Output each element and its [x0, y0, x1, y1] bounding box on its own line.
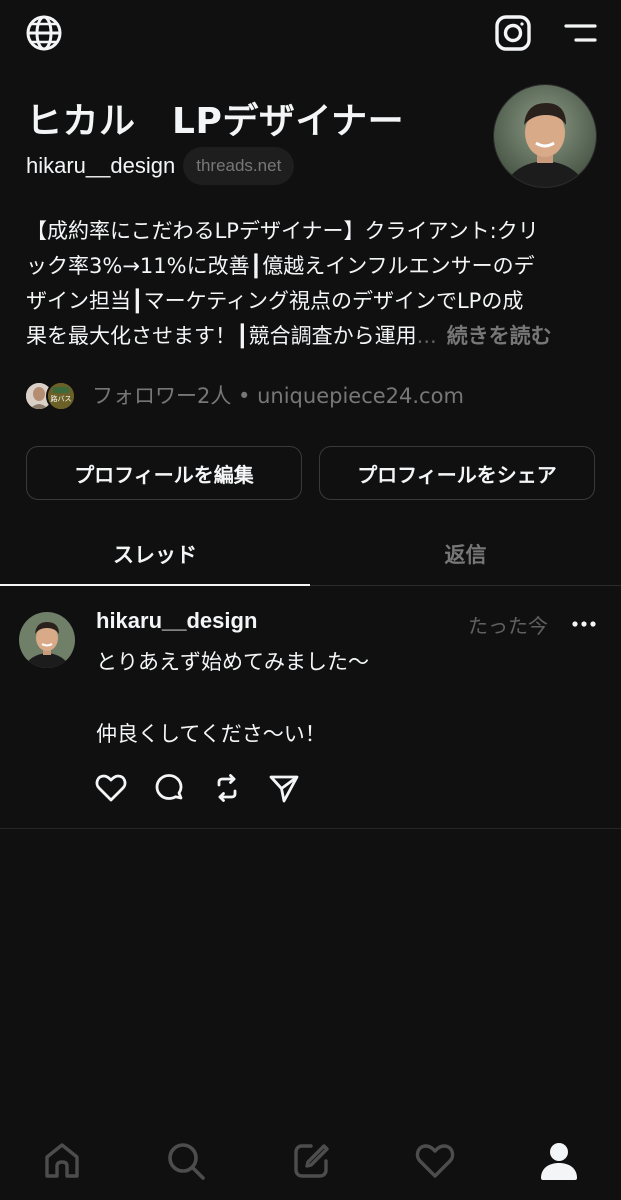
profile-icon[interactable]: [536, 1138, 582, 1184]
edit-profile-button[interactable]: プロフィールを編集: [26, 446, 302, 500]
search-icon[interactable]: [163, 1138, 209, 1184]
profile-display-name: ヒカル LPデザイナー: [26, 101, 405, 142]
instagram-icon[interactable]: [492, 12, 534, 54]
globe-icon[interactable]: [23, 12, 65, 54]
share-icon[interactable]: [266, 770, 302, 806]
tab-replies[interactable]: 返信: [310, 523, 621, 585]
heart-icon[interactable]: [412, 1138, 458, 1184]
post-avatar[interactable]: [19, 612, 75, 668]
follower-avatars: 路バス: [24, 379, 80, 411]
post-line: とりあえず始めてみました〜: [96, 650, 369, 674]
tab-threads[interactable]: スレッド: [0, 523, 310, 585]
profile-avatar[interactable]: [493, 84, 597, 188]
menu-icon[interactable]: [560, 14, 600, 52]
post-divider: [0, 828, 621, 829]
home-icon[interactable]: [39, 1138, 85, 1184]
like-icon[interactable]: [93, 770, 129, 806]
followers-text[interactable]: フォロワー2人 • uniquepiece24.com: [92, 380, 464, 410]
followers-row[interactable]: 路バス フォロワー2人 • uniquepiece24.com: [24, 378, 464, 412]
bio-line: 【成約率にこだわるLPデザイナー】クライアント:クリ: [26, 219, 539, 243]
more-options-icon[interactable]: [570, 612, 598, 636]
tab-divider: [310, 585, 621, 586]
bio-line: 果を最大化させます！┃競合調査から運用: [26, 324, 417, 348]
bio-line: ザイン担当┃マーケティング視点のデザインでLPの成: [26, 289, 524, 313]
post-body: とりあえず始めてみました〜 仲良くしてくださ〜い！: [96, 644, 369, 752]
follower-avatar: 路バス: [46, 381, 76, 411]
post-username[interactable]: hikaru__design: [96, 608, 257, 634]
repost-icon[interactable]: [209, 770, 245, 806]
compose-icon[interactable]: [288, 1138, 334, 1184]
bio-line: ック率3%→11%に改善┃億越えインフルエンサーのデ: [26, 254, 535, 278]
profile-username: hikaru__design: [26, 153, 176, 178]
tab-active-indicator: [0, 584, 310, 586]
share-profile-button[interactable]: プロフィールをシェア: [319, 446, 595, 500]
post-line: 仲良くしてくださ〜い！: [96, 722, 326, 746]
bio-ellipsis: ...: [416, 324, 437, 348]
domain-badge[interactable]: threads.net: [183, 147, 295, 185]
comment-icon[interactable]: [151, 770, 187, 806]
bio-line-last: 果を最大化させます！┃競合調査から運用... 続きを読む: [26, 319, 596, 354]
profile-bio: 【成約率にこだわるLPデザイナー】クライアント:クリ ック率3%→11%に改善┃…: [26, 214, 596, 354]
username-row: hikaru__design threads.net: [26, 145, 295, 187]
follower-badge-text: 路バス: [51, 394, 72, 403]
post-timestamp: たった今: [468, 614, 548, 638]
read-more-link[interactable]: 続きを読む: [447, 324, 552, 348]
